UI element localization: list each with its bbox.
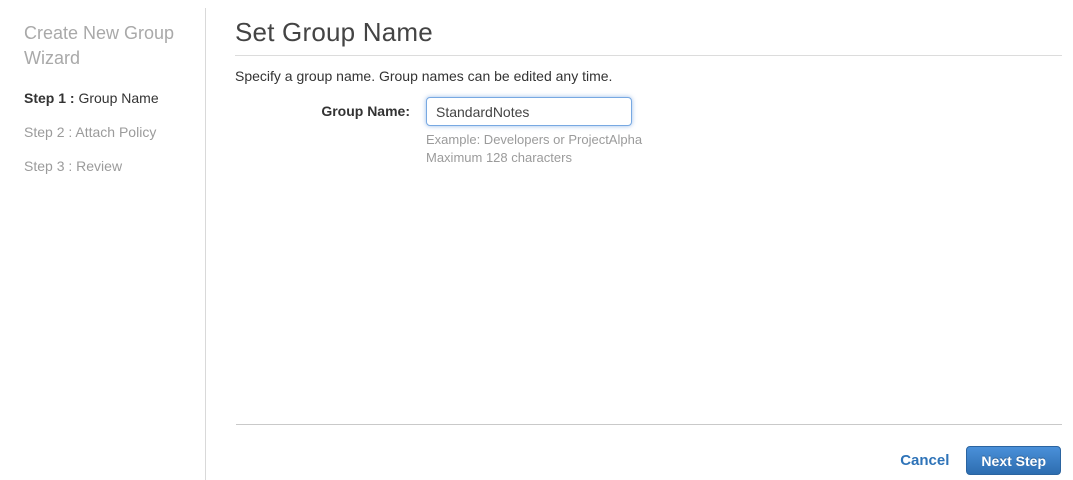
cancel-link[interactable]: Cancel (900, 452, 949, 469)
wizard-title: Create New Group Wizard (24, 23, 175, 68)
sidebar-divider (205, 8, 206, 480)
group-name-input-column: Example: Developers or ProjectAlpha Maxi… (426, 97, 642, 167)
group-name-input[interactable] (426, 97, 632, 126)
wizard-step-2-label: Attach Policy (75, 124, 157, 140)
group-name-label: Group Name: (321, 103, 410, 119)
wizard-sidebar: Create New Group Wizard Step 1 : Group N… (0, 0, 205, 480)
footer-divider (236, 424, 1062, 425)
heading-divider (235, 55, 1062, 56)
wizard-step-3: Step 3 : Review (24, 159, 187, 174)
wizard-step-1: Step 1 : Group Name (24, 91, 187, 106)
page-title: Set Group Name (235, 17, 433, 47)
wizard-step-1-label: Group Name (78, 90, 159, 106)
group-name-form-row: Group Name: Example: Developers or Proje… (235, 97, 1062, 167)
wizard-step-3-label: Review (76, 158, 123, 174)
page-description: Specify a group name. Group names can be… (235, 68, 613, 84)
input-helper-example: Example: Developers or ProjectAlpha (426, 132, 643, 147)
footer-actions: Cancel Next Step (900, 446, 1061, 475)
wizard-step-2: Step 2 : Attach Policy (24, 125, 187, 140)
wizard-step-1-prefix: Step 1 : (24, 90, 75, 106)
main-panel: Set Group Name Specify a group name. Gro… (235, 0, 1062, 167)
wizard-step-2-prefix: Step 2 : (24, 124, 73, 140)
wizard-step-3-prefix: Step 3 : (24, 158, 73, 174)
input-helper-max-chars: Maximum 128 characters (426, 150, 572, 165)
next-step-button[interactable]: Next Step (966, 446, 1061, 475)
